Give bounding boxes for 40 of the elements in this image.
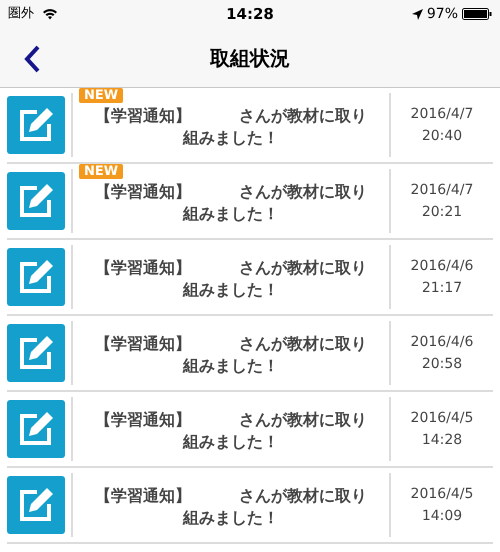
notification-row[interactable]: 【学習通知】 さんが教材に取り組みました！ 2016/4/6 20:58 <box>7 316 493 392</box>
edit-icon <box>7 324 65 382</box>
notification-message: 【学習通知】 さんが教材に取り組みました！ <box>94 485 368 529</box>
wifi-icon <box>42 8 58 20</box>
time-text: 20:21 <box>422 203 462 222</box>
date-text: 2016/4/5 <box>410 485 474 504</box>
edit-icon <box>7 400 65 458</box>
date-text: 2016/4/7 <box>410 105 474 124</box>
page-title: 取組状況 <box>210 44 290 72</box>
notification-message: 【学習通知】 さんが教材に取り組みました！ <box>94 181 368 225</box>
battery-icon <box>462 8 492 20</box>
notification-message: 【学習通知】 さんが教材に取り組みました！ <box>94 105 368 149</box>
notification-row[interactable]: NEW 【学習通知】 さんが教材に取り組みました！ 2016/4/7 20:21 <box>7 164 493 240</box>
date-text: 2016/4/6 <box>410 333 474 352</box>
edit-icon <box>7 172 65 230</box>
time-text: 20:40 <box>422 127 462 146</box>
location-arrow-icon <box>412 8 423 20</box>
clock-text: 14:28 <box>226 4 274 25</box>
notification-row[interactable]: NEW 【学習通知】 さんが教材に取り組みました！ 2016/4/7 20:40 <box>7 88 493 164</box>
edit-icon <box>7 248 65 306</box>
notification-row[interactable]: 【学習通知】 さんが教材に取り組みました！ 2016/4/6 21:17 <box>7 240 493 316</box>
notification-message: 【学習通知】 さんが教材に取り組みました！ <box>94 409 368 453</box>
time-text: 20:58 <box>422 355 462 374</box>
time-text: 14:28 <box>422 431 462 450</box>
carrier-text: 圏外 <box>8 5 34 24</box>
edit-icon <box>7 476 65 534</box>
date-text: 2016/4/7 <box>410 181 474 200</box>
battery-percent: 97% <box>426 4 458 24</box>
new-badge: NEW <box>79 164 124 179</box>
time-text: 21:17 <box>422 279 462 298</box>
edit-icon <box>7 96 65 154</box>
notification-message: 【学習通知】 さんが教材に取り組みました！ <box>94 257 368 301</box>
date-text: 2016/4/5 <box>410 409 474 428</box>
notification-message: 【学習通知】 さんが教材に取り組みました！ <box>94 333 368 377</box>
date-text: 2016/4/6 <box>410 257 474 276</box>
time-text: 14:09 <box>422 507 462 526</box>
new-badge: NEW <box>79 88 124 103</box>
back-chevron-icon <box>24 45 40 73</box>
notification-row[interactable]: 【学習通知】 さんが教材に取り組みました！ 2016/4/5 14:28 <box>7 392 493 468</box>
notification-row[interactable]: 【学習通知】 さんが教材に取り組みました！ 2016/4/5 14:09 <box>7 468 493 544</box>
